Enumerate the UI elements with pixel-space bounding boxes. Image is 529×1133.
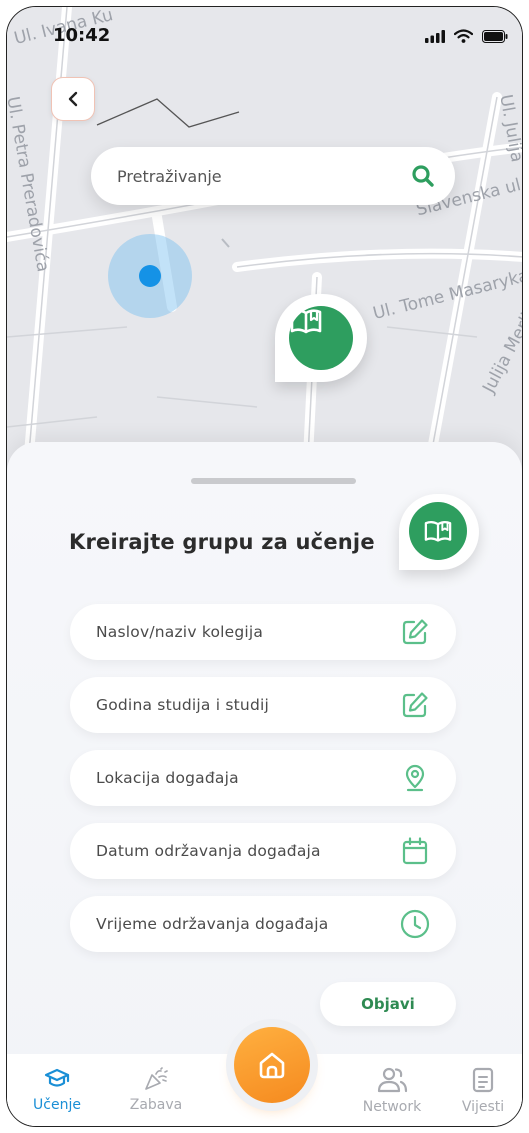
nav-item-network[interactable]: Network [352,1067,432,1115]
nav-item-zabava[interactable]: Zabava [116,1067,196,1113]
edit-icon[interactable] [396,686,434,724]
home-button[interactable] [234,1027,310,1103]
course-title-field[interactable]: Naslov/naziv kolegija [70,604,456,660]
nav-label: Vijesti [461,1099,505,1115]
phone-frame: Ul. Ivana Ku Ul. Petra Preradovića Slave… [6,6,523,1127]
title-book-marker [399,494,479,570]
wifi-icon [454,29,473,43]
search-icon[interactable] [411,164,435,188]
study-group-map-marker[interactable] [275,294,367,382]
status-icons [425,29,508,43]
search-input[interactable] [117,166,411,186]
home-icon [259,1052,285,1079]
news-icon [472,1067,494,1093]
back-button[interactable] [51,77,95,121]
field-label: Lokacija događaja [96,769,239,787]
search-bar[interactable] [91,147,455,205]
sheet-drag-handle[interactable] [191,478,356,484]
nav-item-ucenje[interactable]: Učenje [17,1067,97,1113]
party-popper-icon [145,1067,168,1090]
battery-icon [482,29,508,43]
users-icon [377,1067,408,1093]
event-date-field[interactable]: Datum održavanja događaja [70,823,456,879]
book-icon [289,306,353,370]
nav-label: Network [362,1099,422,1115]
current-location-dot [139,265,161,287]
nav-label: Učenje [33,1097,81,1113]
signal-icon [425,29,445,43]
field-label: Datum održavanja događaja [96,842,321,860]
nav-item-vijesti[interactable]: Vijesti [443,1067,522,1115]
status-time: 10:42 [53,25,111,46]
chevron-left-icon [68,91,78,107]
sheet-title: Kreirajte grupu za učenje [69,530,375,554]
nav-label: Zabava [129,1097,183,1113]
graduation-cap-icon [44,1068,70,1087]
event-location-field[interactable]: Lokacija događaja [70,750,456,806]
edit-icon[interactable] [396,613,434,651]
location-pin-icon[interactable] [396,759,434,797]
field-label: Vrijeme održavanja događaja [96,915,329,933]
clock-icon[interactable] [396,905,434,943]
field-label: Godina studija i studij [96,696,270,714]
create-group-sheet: Kreirajte grupu za učenje Naslov/naziv k… [7,442,522,1126]
field-label: Naslov/naziv kolegija [96,623,264,641]
publish-button[interactable]: Objavi [320,982,456,1026]
book-icon [409,502,467,560]
calendar-icon[interactable] [396,832,434,870]
study-year-field[interactable]: Godina studija i studij [70,677,456,733]
event-time-field[interactable]: Vrijeme održavanja događaja [70,896,456,952]
